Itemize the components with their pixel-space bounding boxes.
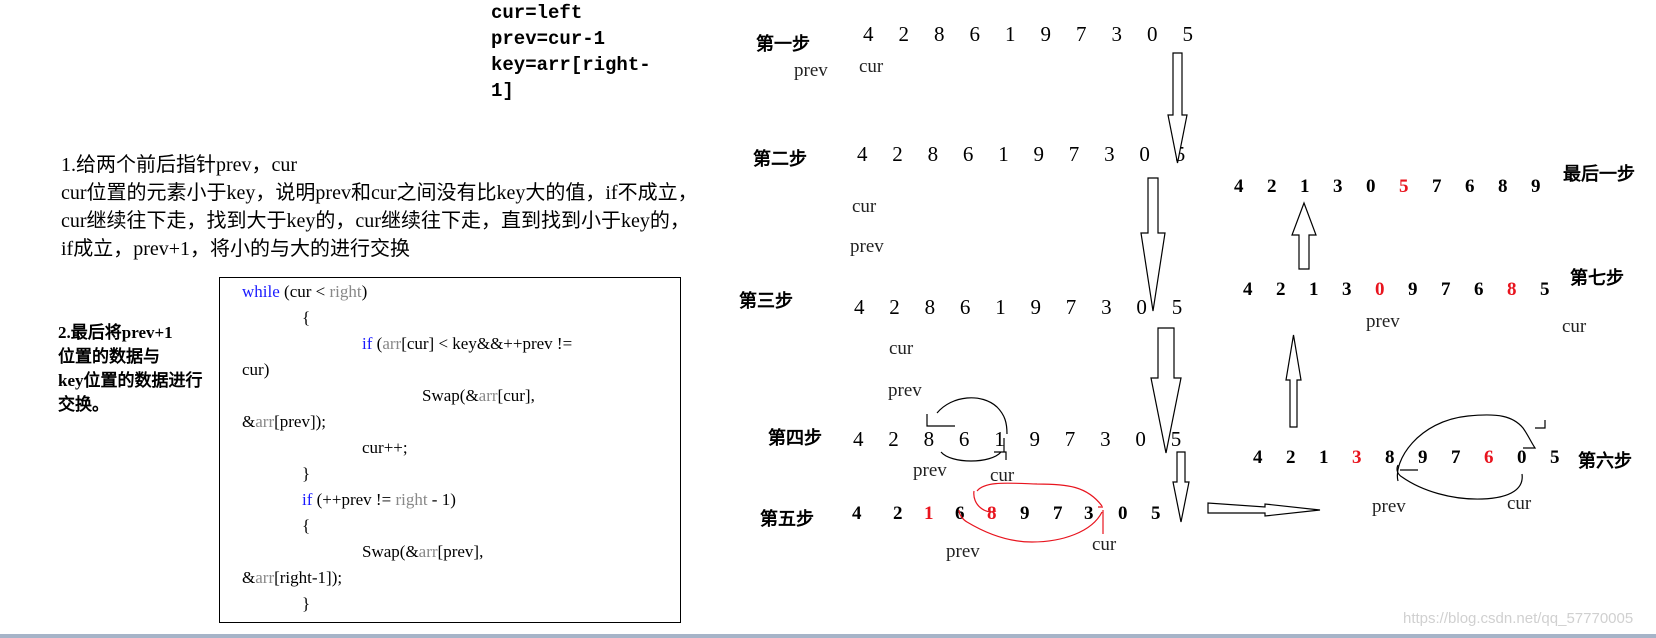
diagram-arrows — [926, 52, 1546, 543]
swap-arc-step4-top — [926, 397, 1008, 435]
window-bottom-bar — [0, 634, 1656, 638]
swap-arc-step6-top — [1396, 414, 1546, 482]
right-arrow — [1207, 502, 1321, 517]
down-arrow-1 — [1167, 52, 1188, 164]
swap-arc-step4-bottom — [940, 438, 1007, 462]
watermark: https://blog.csdn.net/qq_57770005 — [1403, 610, 1634, 627]
down-arrow-4 — [1172, 451, 1190, 523]
swap-arc-step5 — [958, 482, 1104, 543]
swap-arc-step6-bottom — [1396, 464, 1523, 500]
up-arrow-7-to-final — [1291, 201, 1317, 270]
down-arrow-2 — [1140, 177, 1166, 312]
up-arrow-6-to-7 — [1285, 334, 1302, 428]
down-arrow-3 — [1150, 327, 1182, 454]
